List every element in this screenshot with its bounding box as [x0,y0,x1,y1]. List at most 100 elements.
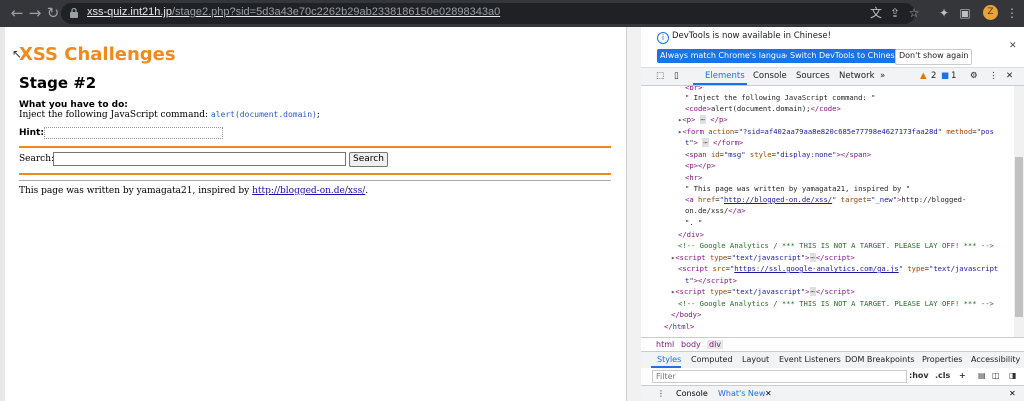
hint-box [44,127,223,139]
horizontal-rule [19,180,611,181]
dom-line[interactable]: <script src="https://ssl.google-analytic… [678,263,998,274]
tab-layout[interactable]: Layout [742,355,769,364]
url-text: xss-quiz.int21h.jp/stage2.php?sid=5d3a43… [87,6,501,18]
new-rule-icon[interactable]: + [959,371,966,380]
dom-line[interactable]: ▸<form action="?sid=af402aa79aa8e820c685… [678,126,994,137]
dom-line[interactable]: </body> [671,309,701,320]
drawer-menu-icon[interactable]: ⋮ [657,389,665,398]
sidebar-toggle-icon[interactable]: ◨ [1009,371,1017,380]
drawer-tab-whats-new[interactable]: What's New [718,389,765,398]
close-devtools-icon[interactable]: ✕ [1006,71,1013,81]
dom-line[interactable]: <hr> [685,172,702,183]
tab-properties[interactable]: Properties [922,355,962,364]
dom-line[interactable]: on.de/xss/</a> [685,205,746,216]
active-tab-indicator [693,83,747,85]
message-icon[interactable]: ■ [941,71,949,81]
dom-line[interactable]: " This page was written by yamagata21, i… [685,183,910,194]
hint-label: Hint: [19,128,44,138]
dom-line[interactable]: </html> [664,321,694,332]
profile-avatar[interactable]: Z [983,5,998,20]
address-bar[interactable]: xss-quiz.int21h.jp/stage2.php?sid=5d3a43… [61,3,915,24]
dom-line[interactable]: ▸<script type="text/javascript">⋯</scrip… [671,286,855,297]
warning-icon[interactable]: ▲ [920,71,927,81]
orange-divider [19,173,611,175]
rendering-icon[interactable]: ◫ [992,371,1000,380]
switch-chinese-button[interactable]: Switch DevTools to Chinese [787,49,903,63]
dom-line[interactable]: <!-- Google Analytics / *** THIS IS NOT … [678,298,994,309]
dom-line[interactable]: ". " [685,217,702,228]
site-logo: XSS Challenges [19,44,176,65]
dom-scrollbar-thumb[interactable] [1015,157,1023,317]
dom-line[interactable]: </div> [678,229,704,240]
computed-styles-icon[interactable]: ▤ [978,371,986,380]
tab-elements[interactable]: Elements [705,71,745,81]
match-language-button[interactable]: Always match Chrome's language [657,49,799,63]
page-content: ↖ XSS Challenges Stage #2 What you have … [5,27,626,401]
translate-icon[interactable]: 文 [867,4,885,22]
tab-sources[interactable]: Sources [796,71,830,81]
settings-gear-icon[interactable]: ⚙ [970,71,978,81]
dom-line[interactable]: " Inject the following JavaScript comman… [685,92,875,103]
hov-toggle[interactable]: :hov [909,371,929,380]
styles-tab-bar: Styles Computed Layout Event Listeners D… [641,351,1024,369]
inspect-element-icon[interactable]: ⬚ [656,71,664,81]
dom-line[interactable]: t"></script> [685,275,737,286]
footer-text: This page was written by yamagata21, ins… [19,186,369,196]
dom-line[interactable]: <a href="http://blogged-on.de/xss/" targ… [685,194,966,205]
dom-line[interactable]: <code>alert(document.domain);</code> [685,103,841,114]
warning-count: 2 [931,71,937,81]
browser-toolbar: ← → ↻ xss-quiz.int21h.jp/stage2.php?sid=… [0,0,1024,27]
tab-event-listeners[interactable]: Event Listeners [779,355,841,364]
dom-line[interactable]: ▸<p> ⋯ </p> [678,114,728,125]
dom-line[interactable]: ▸<script type="text/javascript">⋯</scrip… [671,252,855,263]
task-heading: What you have to do: [19,100,128,110]
dom-line[interactable]: <!-- Google Analytics / *** THIS IS NOT … [678,240,994,251]
devtools-panel: i DevTools is now available in Chinese! … [641,27,1024,401]
dom-line[interactable]: <span id="msg" style="display:none"></sp… [685,149,871,160]
bookmark-star-icon[interactable]: ☆ [905,4,923,22]
more-tabs-icon[interactable]: » [880,71,885,81]
close-drawer-tab-icon[interactable]: ✕ [765,389,772,398]
breadcrumb-body[interactable]: body [681,340,701,349]
message-count: 1 [951,71,957,81]
devtools-tab-bar: ⬚ ▯ Elements Console Sources Network » ▲… [641,68,1024,86]
orange-divider [19,146,611,148]
search-button[interactable]: Search [349,152,388,167]
lock-icon [70,7,78,18]
tab-styles[interactable]: Styles [657,355,681,364]
kebab-menu-icon[interactable]: ⋮ [989,71,998,81]
cls-toggle[interactable]: .cls [935,371,950,380]
share-icon[interactable]: ⇪ [886,4,904,22]
drawer-tab-console[interactable]: Console [676,389,708,398]
breadcrumb-div[interactable]: div [707,340,724,349]
close-icon[interactable]: ✕ [1009,41,1017,51]
tab-network[interactable]: Network [839,71,875,81]
tab-console[interactable]: Console [753,71,787,81]
footer-link[interactable]: http://blogged-on.de/xss/ [252,186,365,196]
dont-show-again-button[interactable]: Don't show again [895,49,973,65]
tab-accessibility[interactable]: Accessibility [971,355,1020,364]
tab-computed[interactable]: Computed [691,355,733,364]
devtools-splitter[interactable] [626,27,642,401]
filter-input[interactable]: Filter [652,370,907,383]
device-toolbar-icon[interactable]: ▯ [674,71,679,81]
drawer-tab-bar: ⋮ Console What's New ✕ ✕ [641,386,1024,401]
dom-line[interactable]: <p></p> [685,160,715,171]
page-title: Stage #2 [19,74,97,92]
task-text: Inject the following JavaScript command:… [19,110,320,120]
dom-line[interactable]: t"> ⋯ </form> [685,137,743,148]
tab-dom-breakpoints[interactable]: DOM Breakpoints [845,355,915,364]
search-label: Search: [19,154,55,164]
close-drawer-icon[interactable]: ✕ [1009,389,1016,398]
dom-tree: <br> " Inject the following JavaScript c… [641,86,1013,337]
styles-filter-row: Filter :hov .cls + ▤ ◫ ◨ [641,368,1024,386]
extensions-icon[interactable]: ✦ [935,4,953,22]
menu-kebab-icon[interactable]: ⋮ [1003,4,1021,22]
side-panel-icon[interactable]: ▣ [956,4,974,22]
info-icon: i [657,32,669,44]
task-code: alert(document.domain) [210,110,317,119]
breadcrumb: html body div [641,337,1024,352]
search-input[interactable] [53,152,346,166]
infobar-message: DevTools is now available in Chinese! [672,31,832,41]
breadcrumb-html[interactable]: html [656,340,674,349]
